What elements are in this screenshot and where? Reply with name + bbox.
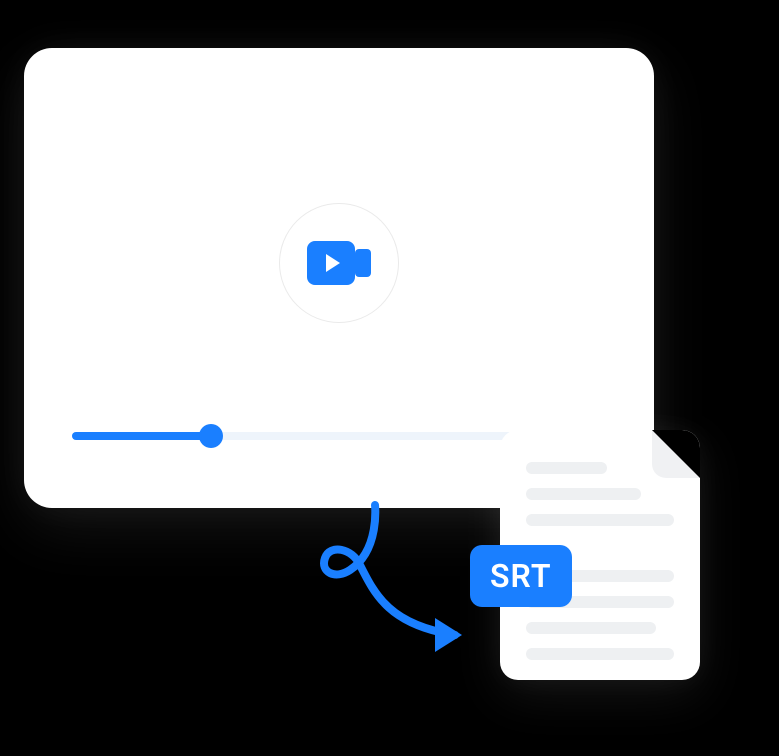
file-folded-corner xyxy=(652,430,700,478)
video-progress-thumb[interactable] xyxy=(199,424,223,448)
play-button-circle[interactable] xyxy=(279,203,399,323)
video-progress-fill xyxy=(72,432,211,440)
file-text-line xyxy=(526,488,641,500)
curved-arrow-icon xyxy=(280,500,500,680)
camera-body xyxy=(307,241,355,285)
file-text-line xyxy=(526,462,607,474)
play-triangle-icon xyxy=(326,254,340,272)
file-text-line xyxy=(526,622,656,634)
file-text-line xyxy=(526,648,674,660)
video-camera-icon xyxy=(307,241,371,285)
file-text-line xyxy=(526,514,674,526)
camera-lens xyxy=(355,249,371,277)
